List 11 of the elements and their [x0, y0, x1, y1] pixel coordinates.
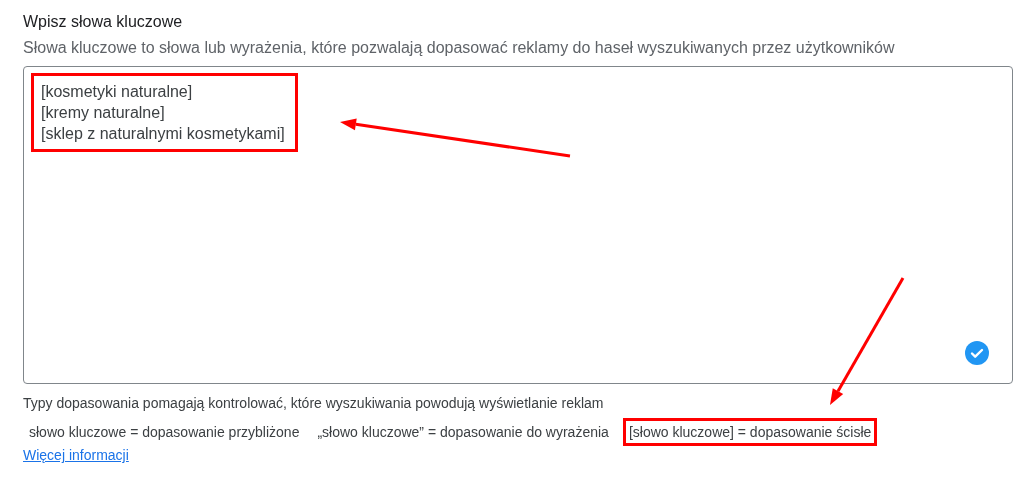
- description-text: Słowa kluczowe to słowa lub wyrażenia, które pozwalają dopasować reklamy do haseł wyszukiwanych przez użytkowników: [23, 38, 896, 58]
- match-type-text: „słowo kluczowe” = dopasowanie do wyrażenia: [316, 423, 610, 442]
- section-title: Wpisz słowa kluczowe: [23, 12, 184, 32]
- keyword-line: [sklep z naturalnymi kosmetykami]: [41, 124, 285, 144]
- hint-text: Typy dopasowania pomagają kontrolować, które wyszukiwania powodują wyświetlanie reklam: [23, 394, 605, 412]
- keywords-field[interactable]: [kosmetyki naturalne] [kremy naturalne] [sklep z naturalnymi kosmetykami]: [23, 66, 1013, 384]
- match-type-text: słowo kluczowe = dopasowanie przybliżone: [28, 423, 301, 442]
- more-info-link[interactable]: Więcej informacji: [23, 447, 129, 463]
- keyword-line: [kremy naturalne]: [41, 103, 166, 123]
- keyword-line: [kosmetyki naturalne]: [41, 82, 194, 102]
- match-type-text: [słowo kluczowe] = dopasowanie ścisłe: [622, 418, 878, 446]
